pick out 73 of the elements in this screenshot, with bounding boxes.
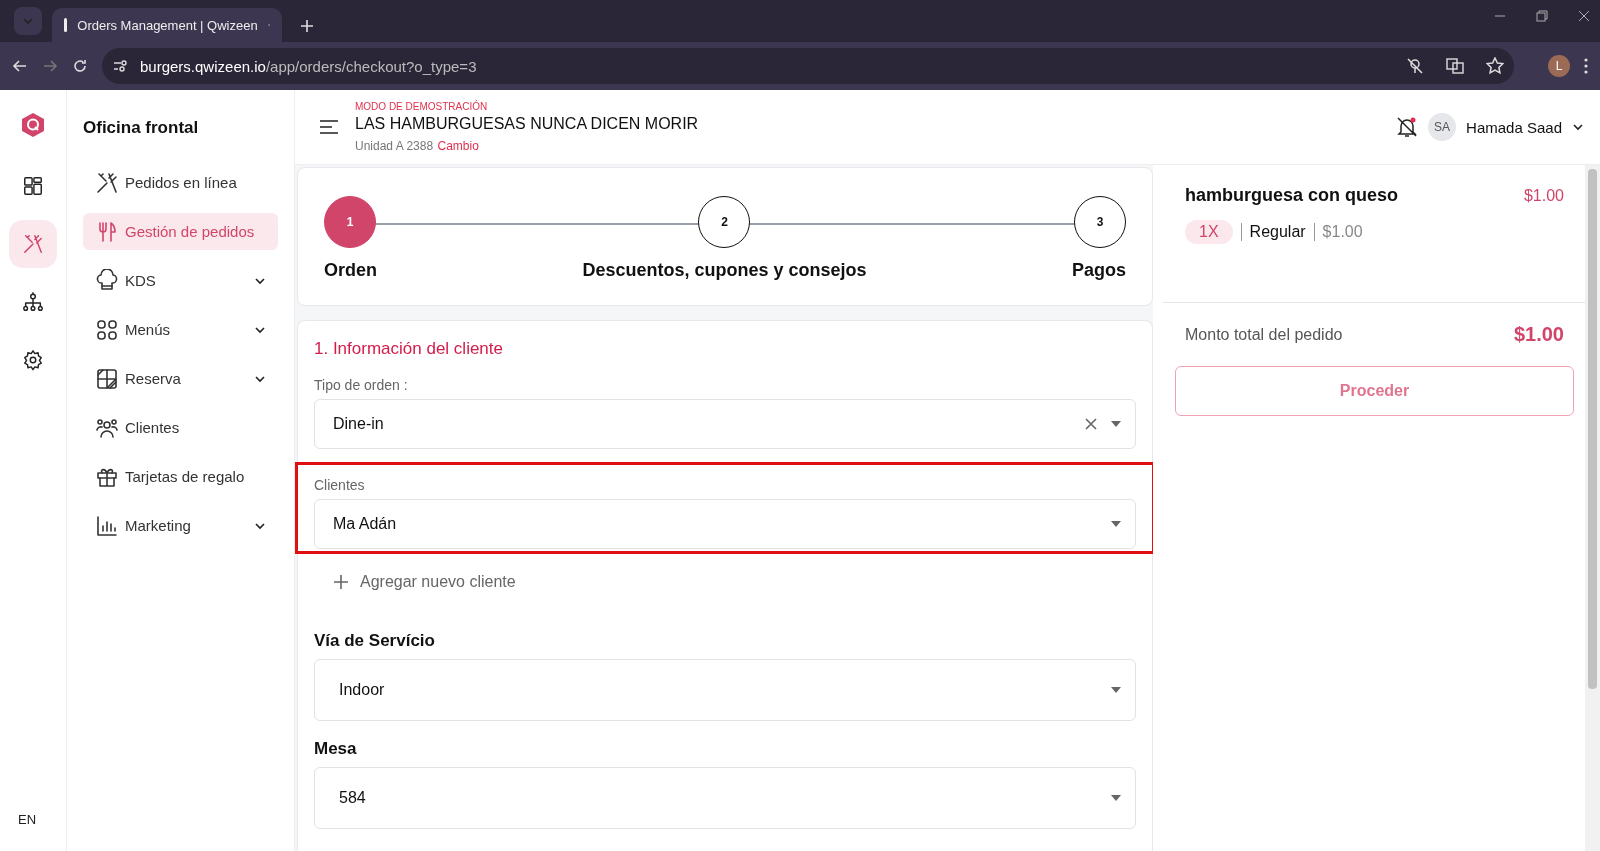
- language-label[interactable]: EN: [14, 810, 41, 829]
- total-label: Monto total del pedido: [1185, 325, 1343, 344]
- sidebar-item[interactable]: Gestión de pedidos: [83, 213, 278, 250]
- grid-icon: [95, 317, 119, 342]
- section-title: 1. Información del cliente: [314, 339, 504, 359]
- dropdown-caret-icon: [1111, 421, 1121, 427]
- total-amount: $1.00: [1513, 323, 1564, 346]
- translate-icon[interactable]: [1446, 57, 1464, 75]
- unit-price: $1.00: [1322, 223, 1363, 241]
- item-variant: Regular: [1249, 223, 1306, 241]
- field-label: Mesa: [314, 739, 358, 759]
- add-customer-button[interactable]: Agregar nuevo cliente: [334, 573, 1136, 591]
- field-label: Vía de Servício: [314, 631, 436, 651]
- fork-knife-icon: [95, 170, 119, 195]
- step-label: Orden: [324, 260, 377, 281]
- bar-chart-icon: [95, 513, 119, 538]
- fork-knife-icon: [22, 233, 44, 255]
- back-icon[interactable]: [12, 58, 28, 74]
- more-icon[interactable]: [1584, 58, 1588, 74]
- eye-slash-icon[interactable]: [1406, 57, 1424, 75]
- site-settings-icon[interactable]: [112, 58, 128, 74]
- address-bar[interactable]: burgers.qwizeen.io/app/orders/checkout?o_type=3: [102, 48, 1514, 84]
- sidebar-item[interactable]: Reserva: [83, 360, 278, 397]
- star-icon[interactable]: [1486, 57, 1504, 75]
- user-name[interactable]: Hamada Saad: [1466, 118, 1562, 136]
- user-avatar[interactable]: SA: [1428, 113, 1457, 141]
- sidebar-item[interactable]: Menús: [83, 311, 278, 348]
- new-tab-icon[interactable]: [300, 19, 314, 33]
- field-label: Tipo de orden :: [314, 377, 409, 393]
- step-number[interactable]: 2: [698, 196, 751, 248]
- clear-icon[interactable]: [1085, 418, 1097, 430]
- settings-icon: [22, 349, 44, 371]
- select-field[interactable]: Indoor: [314, 659, 1136, 721]
- sidebar-item[interactable]: Pedidos en línea: [83, 164, 278, 201]
- browser-tab[interactable]: Orders Management | Qwizeen: [52, 8, 282, 42]
- hierarchy-icon: [22, 291, 44, 313]
- restore-icon[interactable]: [1536, 10, 1548, 22]
- sidebar-title: Oficina frontal: [83, 118, 200, 138]
- demo-mode-label: MODO DE DEMOSTRACIÓN: [355, 100, 489, 112]
- menu-icon[interactable]: [319, 119, 339, 135]
- chevron-down-icon: [1572, 121, 1584, 133]
- dropdown-caret-icon: [1111, 795, 1121, 801]
- chef-hat-icon: [95, 268, 119, 293]
- step-number[interactable]: 3: [1074, 196, 1126, 248]
- plus-icon: [334, 575, 348, 589]
- select-field[interactable]: Dine-in: [314, 399, 1136, 449]
- change-link[interactable]: Cambio: [437, 138, 479, 153]
- step-number[interactable]: 1: [324, 196, 376, 248]
- sidebar-item[interactable]: Tarjetas de regalo: [83, 458, 278, 495]
- sidebar-item[interactable]: Marketing: [83, 507, 278, 544]
- dropdown-caret-icon: [1111, 521, 1121, 527]
- bell-off-icon[interactable]: [1396, 116, 1419, 138]
- sidebar-item[interactable]: KDS: [83, 262, 278, 299]
- step-label: Descuentos, cupones y consejos: [582, 260, 867, 281]
- select-field[interactable]: Ma Adán: [314, 499, 1136, 549]
- forward-icon[interactable]: [42, 58, 58, 74]
- select-field[interactable]: 584: [314, 767, 1136, 829]
- profile-avatar[interactable]: L: [1548, 55, 1570, 77]
- reload-icon[interactable]: [72, 58, 88, 74]
- field-label: Clientes: [314, 477, 366, 493]
- scrollbar[interactable]: [1585, 165, 1600, 851]
- unit-label: Unidad A 2388: [355, 138, 434, 153]
- item-price: $1.00: [1523, 186, 1564, 205]
- chevron-down-icon: [22, 15, 34, 27]
- sidebar-item[interactable]: Clientes: [83, 409, 278, 446]
- quantity-badge: 1X: [1185, 220, 1233, 244]
- logo-icon[interactable]: [20, 112, 46, 138]
- restaurant-name: LAS HAMBURGUESAS NUNCA DICEN MORIR: [355, 114, 699, 133]
- dropdown-caret-icon: [1111, 687, 1121, 693]
- dashboard-icon: [22, 175, 44, 197]
- step-label: Pagos: [1071, 260, 1126, 281]
- item-name: hamburguesa con queso: [1185, 185, 1399, 206]
- floor-plan-icon: [95, 366, 119, 391]
